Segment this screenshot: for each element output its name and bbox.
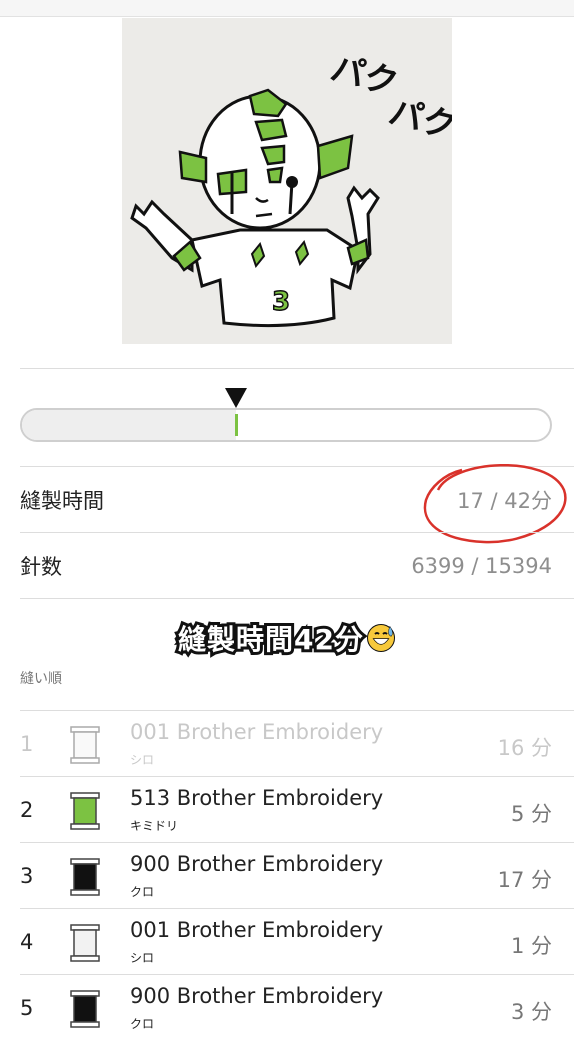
sewing-progress-bar[interactable]: [20, 408, 552, 442]
thread-minutes: 16 分: [497, 736, 552, 760]
thread-spool-icon: [70, 726, 100, 764]
thread-index: 4: [20, 930, 34, 954]
thread-minutes: 5 分: [510, 802, 552, 826]
thread-index: 3: [20, 864, 34, 888]
divider: [20, 776, 574, 777]
thread-row[interactable]: 5 900 Brother Embroidery クロ 3 分: [0, 976, 574, 1042]
progress-marker-icon: [225, 388, 247, 408]
thread-row[interactable]: 1 001 Brother Embroidery シロ 16 分: [0, 712, 574, 778]
embroidery-design-preview: 3 パク パク: [122, 18, 452, 344]
divider: [20, 532, 574, 533]
top-bar: [0, 0, 574, 17]
divider: [20, 908, 574, 909]
thread-color-name: クロ: [130, 885, 155, 899]
thread-row[interactable]: 2 513 Brother Embroidery キミドリ 5 分: [0, 778, 574, 844]
thread-name: 900 Brother Embroidery: [130, 852, 384, 876]
caption-text: 縫製時間42分: [175, 620, 366, 659]
divider: [20, 598, 574, 599]
divider: [20, 974, 574, 975]
divider: [20, 368, 574, 369]
thread-minutes: 3 分: [510, 1000, 552, 1024]
thread-row[interactable]: 4 001 Brother Embroidery シロ 1 分: [0, 910, 574, 976]
thread-color-name: シロ: [130, 753, 155, 767]
thread-name: 001 Brother Embroidery: [130, 720, 384, 744]
caption-overlay: 縫製時間42分: [0, 618, 574, 659]
thread-spool-icon: [70, 858, 100, 896]
thread-name: 513 Brother Embroidery: [130, 786, 384, 810]
progress-current-tick: [235, 414, 238, 436]
sewing-time-label: 縫製時間: [20, 489, 104, 513]
divider: [20, 842, 574, 843]
thread-name: 001 Brother Embroidery: [130, 918, 384, 942]
thread-color-name: シロ: [130, 951, 155, 965]
thread-color-name: キミドリ: [130, 819, 179, 833]
design-chest-mark: 3: [272, 287, 290, 317]
stitch-count-value: 6399 / 15394: [411, 554, 552, 578]
stitch-count-row: 針数 6399 / 15394: [20, 534, 552, 598]
progress-fill: [22, 410, 236, 440]
divider: [20, 710, 574, 711]
thread-row[interactable]: 3 900 Brother Embroidery クロ 17 分: [0, 844, 574, 910]
thread-spool-icon: [70, 990, 100, 1028]
thread-index: 5: [20, 996, 34, 1020]
thread-minutes: 17 分: [497, 868, 552, 892]
sweat-smile-emoji-icon: [366, 624, 395, 652]
stitch-count-label: 針数: [20, 555, 62, 579]
thread-spool-icon: [70, 924, 100, 962]
sewing-order-label: 縫い順: [20, 671, 62, 687]
thread-index: 1: [20, 732, 34, 756]
thread-minutes: 1 分: [510, 934, 552, 958]
thread-index: 2: [20, 798, 34, 822]
thread-spool-icon: [70, 792, 100, 830]
thread-name: 900 Brother Embroidery: [130, 984, 384, 1008]
